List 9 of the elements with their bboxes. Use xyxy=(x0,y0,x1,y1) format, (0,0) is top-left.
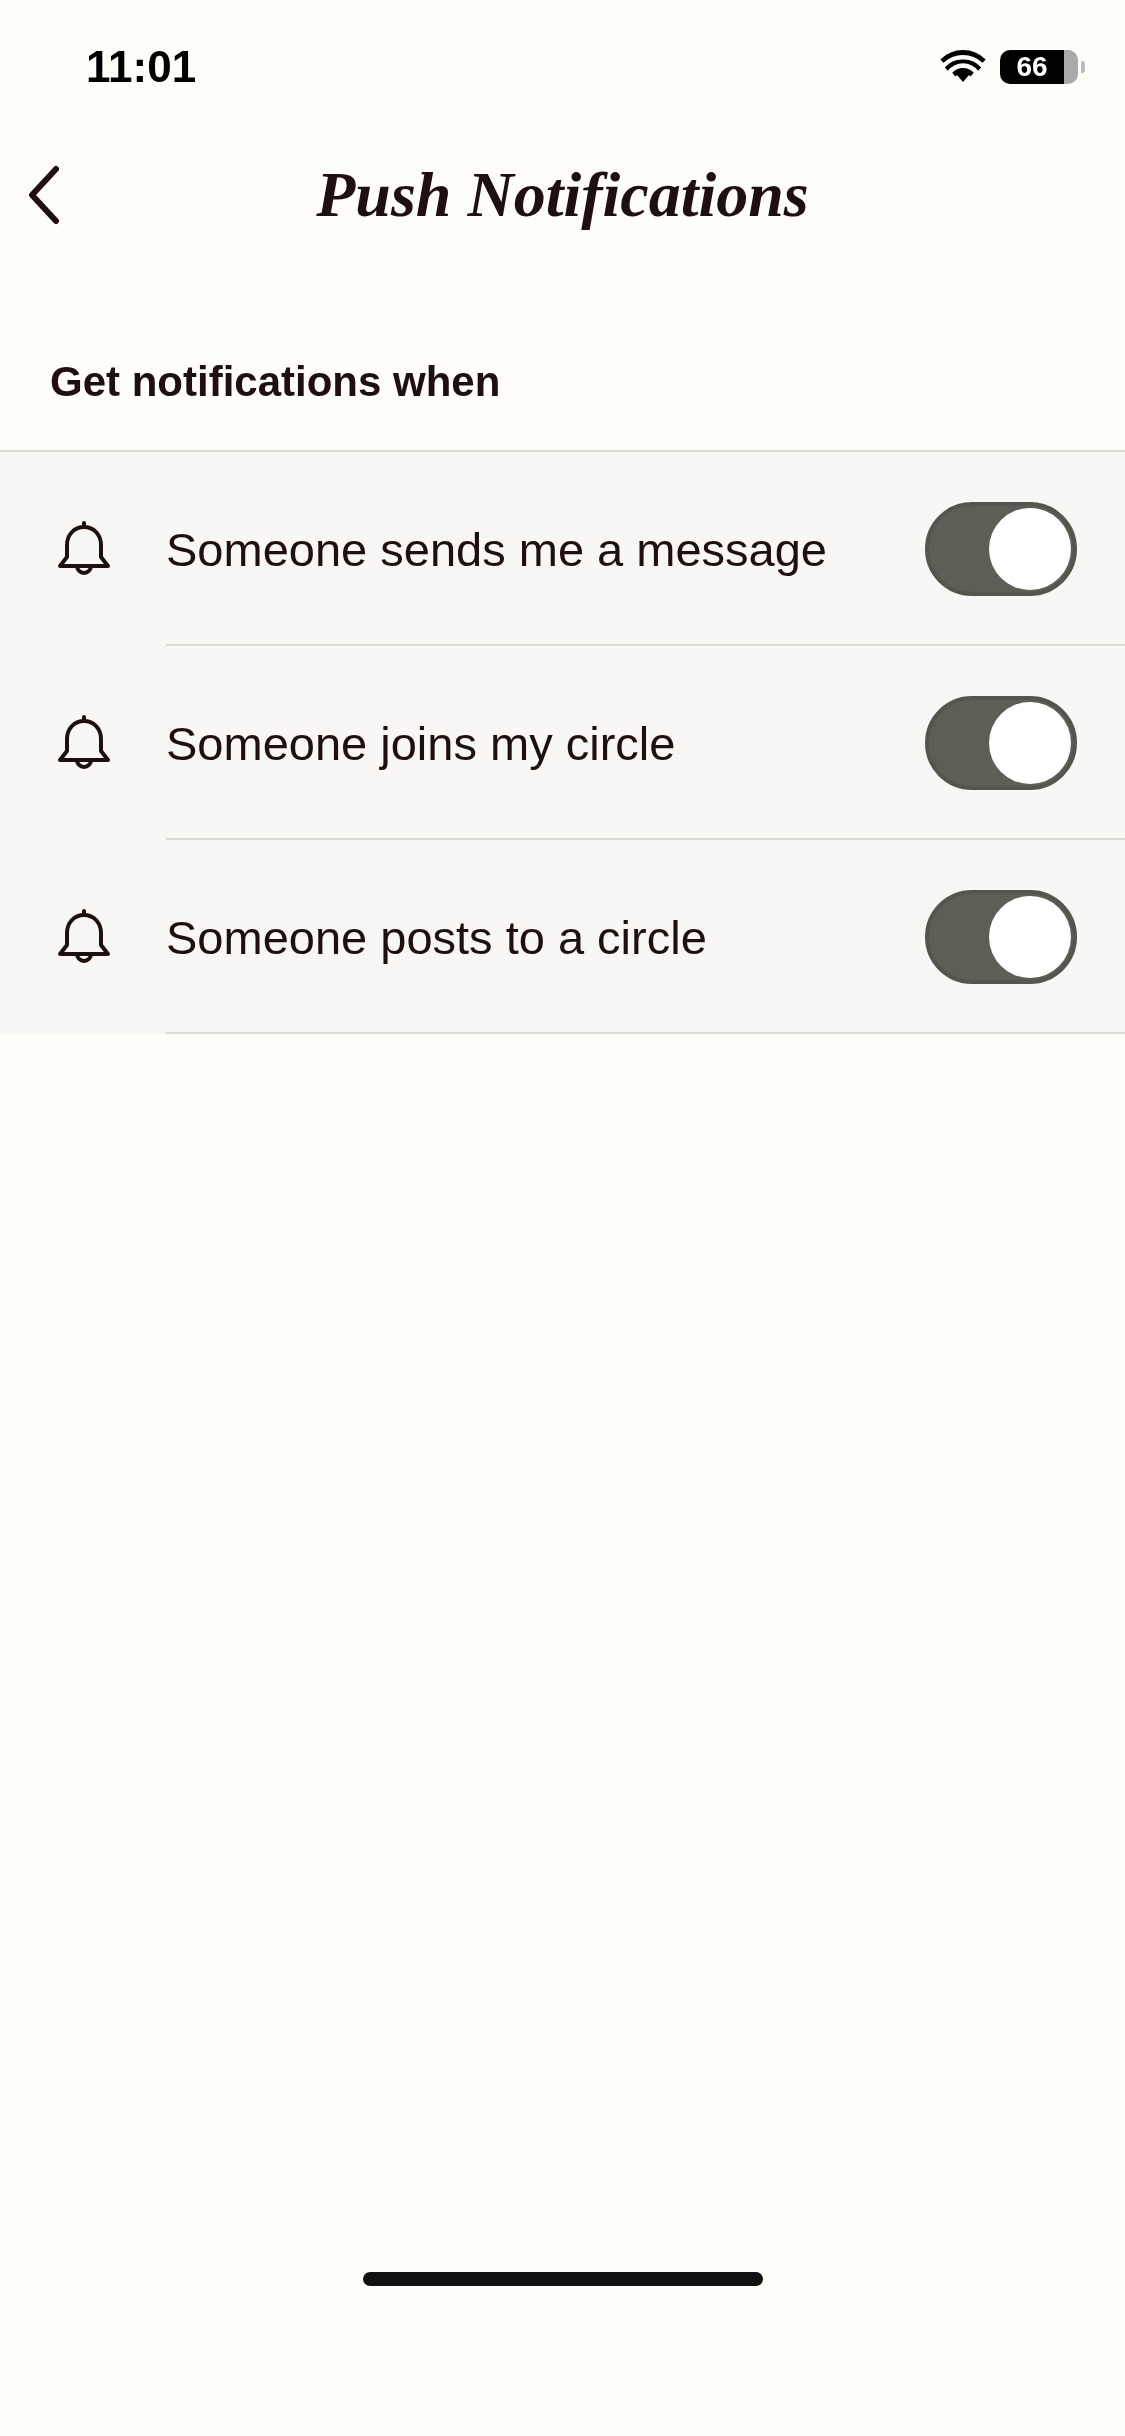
back-icon xyxy=(26,165,62,225)
setting-label: Someone joins my circle xyxy=(166,715,677,771)
setting-label: Someone sends me a message xyxy=(166,521,828,577)
status-time: 11:01 xyxy=(86,42,197,92)
setting-label: Someone posts to a circle xyxy=(166,909,708,965)
section-title: Get notifications when xyxy=(50,358,501,406)
battery-level: 66 xyxy=(1000,50,1078,84)
page-title: Push Notifications xyxy=(316,158,809,232)
wifi-icon xyxy=(940,50,986,84)
